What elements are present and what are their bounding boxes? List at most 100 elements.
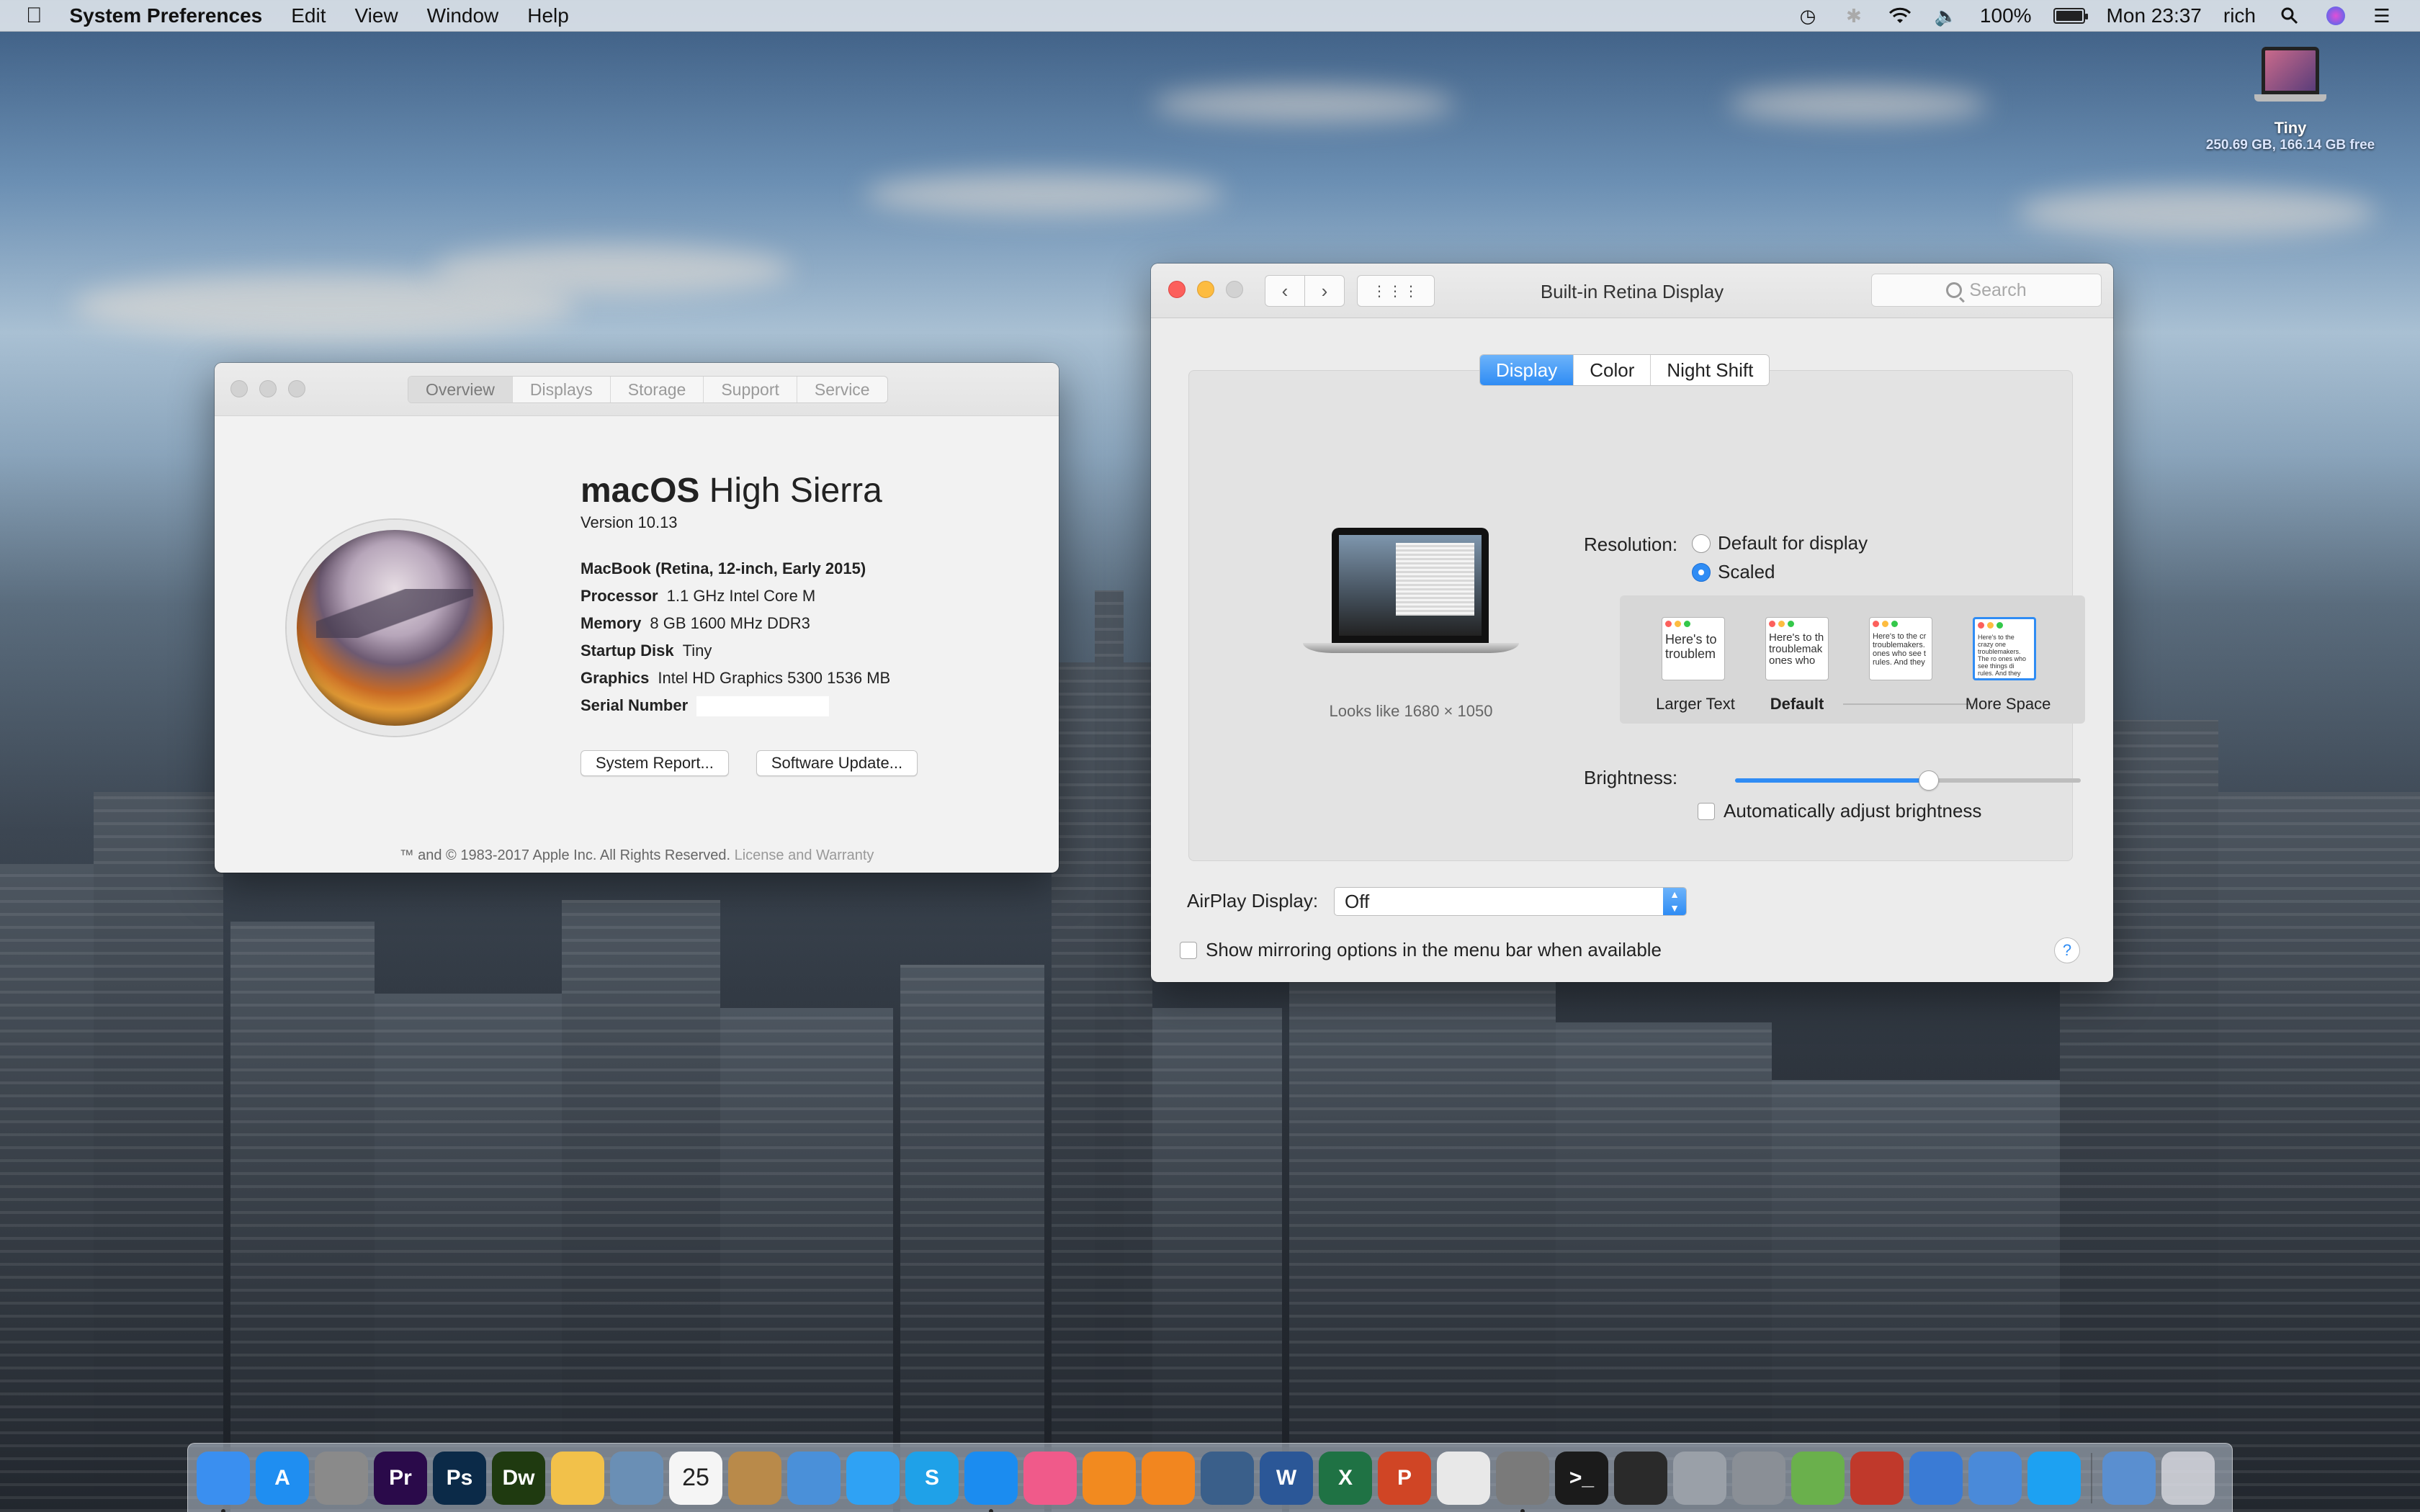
scaled-options: Here's to troublem Here's to th troublem… [1620, 595, 2085, 724]
checkbox[interactable] [1698, 802, 1715, 820]
twitter-icon[interactable] [2027, 1451, 2081, 1505]
safari-icon[interactable] [964, 1451, 1018, 1512]
excel-icon[interactable]: X [1319, 1451, 1372, 1505]
zoom-button[interactable] [288, 380, 305, 397]
remote-desktop-icon[interactable] [1968, 1451, 2022, 1505]
graphics-row: Graphics Intel HD Graphics 5300 1536 MB [581, 669, 891, 687]
dreamweaver-icon[interactable]: Dw [492, 1451, 545, 1505]
tab-night-shift[interactable]: Night Shift [1651, 355, 1769, 385]
scale-option-3[interactable]: Here's to the cr troublemakers. ones who… [1869, 617, 1932, 680]
tab-displays[interactable]: Displays [513, 377, 611, 402]
activity-monitor-icon[interactable] [1614, 1451, 1667, 1505]
license-link[interactable]: License and Warranty [735, 847, 874, 863]
tab-storage[interactable]: Storage [611, 377, 704, 402]
resolution-label: Resolution: [1584, 534, 1678, 555]
maps-icon[interactable] [1791, 1451, 1845, 1505]
scale-option-4[interactable]: Here's to the crazy one troublemakers. T… [1973, 617, 2036, 680]
user-name[interactable]: rich [2223, 4, 2256, 27]
airplay-label: AirPlay Display: [1187, 890, 1319, 912]
help-button[interactable]: ? [2054, 937, 2080, 963]
processor-row: Processor 1.1 GHz Intel Core M [581, 587, 816, 605]
wifi-icon[interactable] [1888, 5, 1912, 27]
menu-app-name[interactable]: System Preferences [70, 4, 263, 27]
radio-button[interactable] [1692, 562, 1711, 582]
menu-view[interactable]: View [354, 4, 398, 27]
home-folder-icon[interactable] [2102, 1451, 2156, 1505]
contacts-icon[interactable] [728, 1451, 781, 1505]
tab-display[interactable]: Display [1480, 355, 1574, 385]
messages-icon[interactable] [846, 1451, 900, 1505]
battery-fill [2056, 11, 2082, 21]
system-preferences-icon[interactable] [1496, 1451, 1549, 1512]
time-machine-icon[interactable]: ◷ [1796, 5, 1820, 27]
minimize-button[interactable] [259, 380, 277, 397]
software-update-button[interactable]: Software Update... [756, 750, 918, 776]
apple-menu-icon[interactable]:  [26, 4, 42, 28]
menu-help[interactable]: Help [527, 4, 569, 27]
tab-service[interactable]: Service [797, 377, 887, 402]
photos-icon[interactable] [551, 1451, 604, 1505]
radio-scaled[interactable]: Scaled [1692, 561, 1775, 583]
quicktime-icon[interactable] [1201, 1451, 1254, 1505]
radio-label: Scaled [1718, 561, 1775, 582]
terminal-icon[interactable]: >_ [1555, 1451, 1608, 1505]
vlc-icon[interactable] [1142, 1451, 1195, 1505]
os-version: Version 10.13 [581, 513, 678, 531]
scale-divider [1843, 703, 1973, 705]
radio-default-for-display[interactable]: Default for display [1692, 532, 1868, 554]
app-store-icon[interactable]: A [256, 1451, 309, 1505]
battery-percent[interactable]: 100% [1980, 4, 2032, 27]
auto-brightness-checkbox[interactable]: Automatically adjust brightness [1698, 800, 1981, 822]
macos-logo [287, 520, 503, 736]
ibooks-icon[interactable] [1083, 1451, 1136, 1505]
textedit-icon[interactable] [1437, 1451, 1490, 1505]
premiere-icon[interactable]: Pr [374, 1451, 427, 1505]
word-icon[interactable]: W [1260, 1451, 1313, 1505]
menu-bar:  System Preferences Edit View Window He… [0, 0, 2420, 32]
volume-icon[interactable]: 🔈 [1934, 5, 1958, 27]
battery-icon[interactable] [2053, 8, 2088, 24]
brightness-slider[interactable] [1735, 770, 2081, 791]
clock[interactable]: Mon 23:37 [2107, 4, 2202, 27]
brightness-knob[interactable] [1918, 770, 1939, 791]
bluetooth-icon[interactable]: ✱ [1842, 5, 1866, 27]
disk-utility-icon[interactable] [1673, 1451, 1726, 1505]
menu-edit[interactable]: Edit [291, 4, 326, 27]
radio-button[interactable] [1692, 534, 1711, 553]
serial-row: Serial Number [581, 692, 890, 719]
desktop-drive[interactable]: Tiny 250.69 GB, 166.14 GB free [2200, 47, 2380, 153]
skype-icon[interactable]: S [905, 1451, 959, 1505]
photo-booth-icon[interactable] [1850, 1451, 1904, 1505]
scale-option-1[interactable]: Here's to troublem [1662, 617, 1725, 680]
display-panel: Looks like 1680 × 1050 Resolution: Defau… [1188, 370, 2085, 861]
notification-center-icon[interactable]: ☰ [2370, 5, 2394, 27]
tab-support[interactable]: Support [704, 377, 797, 402]
looks-like-label: Looks like 1680 × 1050 [1329, 702, 1493, 720]
trash-icon[interactable] [2161, 1451, 2215, 1505]
tab-color[interactable]: Color [1574, 355, 1652, 385]
airplay-select[interactable]: Off ▲ ▼ [1334, 887, 1687, 916]
menu-window[interactable]: Window [427, 4, 499, 27]
preview-icon[interactable] [610, 1451, 663, 1505]
siri-icon[interactable] [2323, 5, 2348, 27]
spotlight-icon[interactable] [2277, 5, 2302, 27]
search-field[interactable]: Search [1871, 274, 2102, 307]
airplay-value: Off [1345, 891, 1370, 912]
finder-icon[interactable] [197, 1451, 250, 1512]
calculator-icon[interactable] [315, 1451, 368, 1505]
scale-option-2[interactable]: Here's to th troublemak ones who [1765, 617, 1829, 680]
calendar-icon[interactable]: 25 [669, 1451, 722, 1505]
model-row: MacBook (Retina, 12-inch, Early 2015) [581, 559, 866, 577]
close-button[interactable] [230, 380, 248, 397]
tab-overview[interactable]: Overview [408, 377, 513, 402]
migration-assistant-icon[interactable] [1909, 1451, 1963, 1505]
photoshop-icon[interactable]: Ps [433, 1451, 486, 1505]
mail-icon[interactable] [787, 1451, 841, 1505]
system-report-button[interactable]: System Report... [581, 750, 729, 776]
startup-disk-row: Startup Disk Tiny [581, 642, 712, 660]
mirroring-checkbox[interactable]: Show mirroring options in the menu bar w… [1180, 939, 1662, 961]
system-information-icon[interactable] [1732, 1451, 1785, 1505]
powerpoint-icon[interactable]: P [1378, 1451, 1431, 1505]
checkbox[interactable] [1180, 941, 1197, 959]
itunes-icon[interactable] [1023, 1451, 1077, 1505]
